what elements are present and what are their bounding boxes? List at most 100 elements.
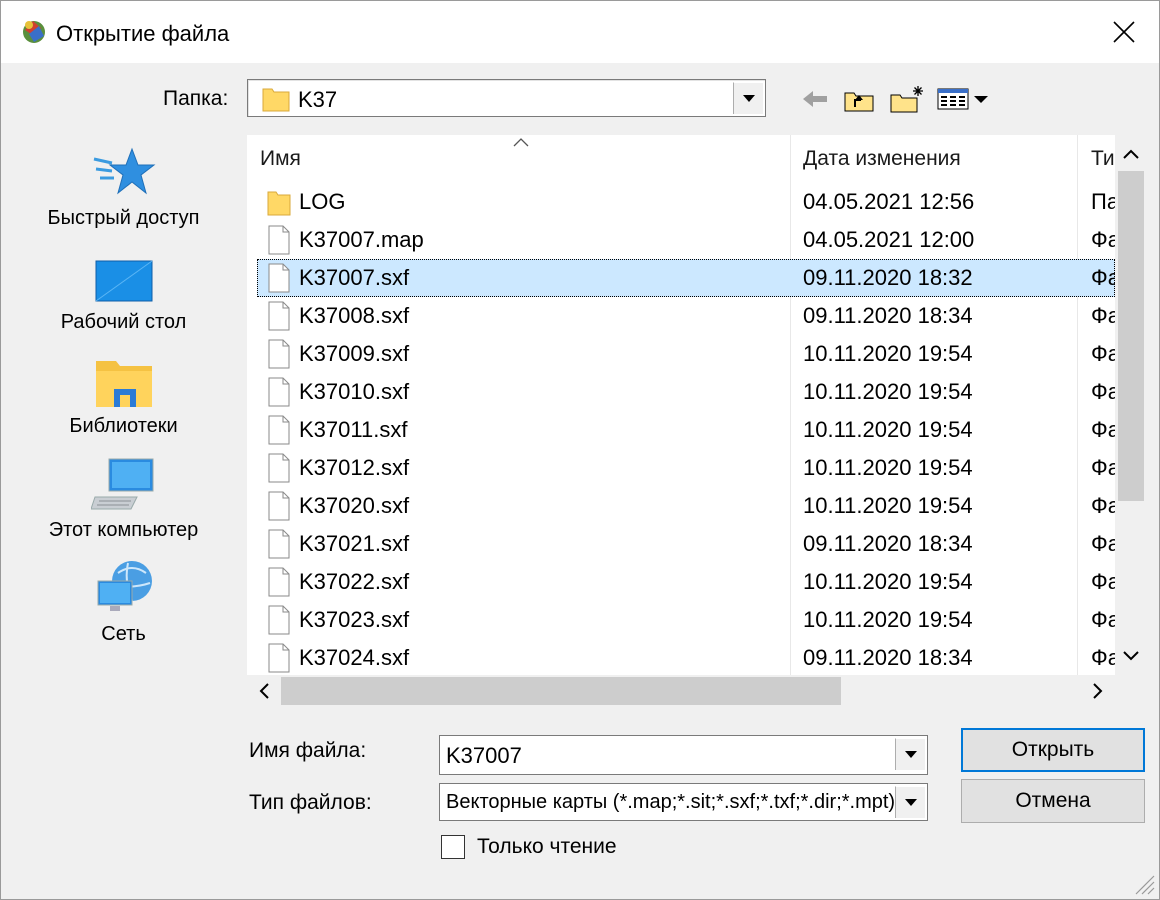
file-name: K37023.sxf [299,607,410,632]
file-name: K37007.sxf [299,265,410,290]
filetype-select[interactable]: Векторные карты (*.map;*.sit;*.sxf;*.txf… [439,783,928,821]
view-list-icon [937,88,988,110]
file-name: K37021.sxf [299,531,410,556]
scroll-up-button[interactable] [1118,141,1144,167]
table-row[interactable]: LOG 04.05.2021 12:56 Па [247,183,1115,221]
this-pc-icon [90,458,153,510]
folder-combo[interactable]: K37 [247,79,766,117]
place-label: Сеть [101,623,146,645]
table-row[interactable]: K37010.sxf 10.11.2020 19:54 Фа [247,373,1115,411]
close-button[interactable] [1089,1,1159,63]
file-date: 09.11.2020 18:34 [803,645,973,670]
file-name: K37009.sxf [299,341,410,366]
file-icon [268,225,290,255]
file-type: Фа [1091,531,1115,556]
file-name: K37011.sxf [299,417,408,442]
vertical-scroll-thumb[interactable] [1118,171,1144,501]
filetype-label: Тип файлов: [249,791,372,814]
file-type: Фа [1091,265,1115,290]
table-row[interactable]: K37022.sxf 10.11.2020 19:54 Фа [247,563,1115,601]
back-arrow-icon [803,91,827,107]
chevron-down-icon [1123,651,1139,661]
file-type: Фа [1091,303,1115,328]
filename-dropdown-button[interactable] [895,738,925,770]
file-date: 10.11.2020 19:54 [803,607,973,632]
up-folder-icon [844,92,874,112]
scroll-left-button[interactable] [251,678,277,704]
table-row[interactable]: K37007.sxf 09.11.2020 18:32 Фа [257,259,1115,297]
dialog-title: Открытие файла [56,21,230,46]
table-row[interactable]: K37024.sxf 09.11.2020 18:34 Фа [247,639,1115,675]
file-icon [268,415,290,445]
table-row[interactable]: K37012.sxf 10.11.2020 19:54 Фа [247,449,1115,487]
table-row[interactable]: K37009.sxf 10.11.2020 19:54 Фа [247,335,1115,373]
column-header-date[interactable]: Дата изменения [803,135,961,183]
sort-ascending-icon [513,138,529,147]
libraries-icon [95,361,152,407]
file-icon [268,339,290,369]
file-name: K37020.sxf [299,493,410,518]
file-type: Фа [1091,341,1115,366]
table-row[interactable]: K37020.sxf 10.11.2020 19:54 Фа [247,487,1115,525]
folder-icon [267,191,291,216]
chevron-down-icon [742,95,755,102]
column-header-name[interactable]: Имя [260,135,301,183]
open-button[interactable]: Открыть [961,728,1145,772]
file-date: 04.05.2021 12:00 [803,227,975,252]
title-bar: Открытие файла [1,1,1159,63]
file-list[interactable]: Имя Дата изменения Ти LOG 04.05.2021 12:5… [247,135,1145,675]
app-icon [23,21,45,43]
file-date: 10.11.2020 19:54 [803,493,973,518]
file-icon [268,567,290,597]
folder-icon [262,88,290,112]
chevron-down-icon [904,799,917,806]
table-row[interactable]: K37021.sxf 09.11.2020 18:34 Фа [247,525,1115,563]
view-menu-button[interactable] [935,83,991,115]
file-icon [268,453,290,483]
file-icon [268,605,290,635]
file-date: 09.11.2020 18:34 [803,531,973,556]
file-date: 10.11.2020 19:54 [803,455,973,480]
table-row[interactable]: K37011.sxf 10.11.2020 19:54 Фа [247,411,1115,449]
chevron-left-icon [259,683,269,699]
table-row[interactable]: K37008.sxf 09.11.2020 18:34 Фа [247,297,1115,335]
file-type: Фа [1091,645,1115,670]
chevron-up-icon [1123,149,1139,159]
list-header: Имя Дата изменения Ти [247,135,1115,675]
filename-value: K37007 [446,743,522,768]
up-folder-button[interactable] [841,83,877,115]
filename-input[interactable]: K37007 [439,735,928,775]
file-name: K37012.sxf [299,455,410,480]
back-button[interactable] [799,83,831,115]
readonly-label: Только чтение [477,835,617,858]
readonly-checkbox[interactable] [441,835,465,859]
place-this-pc[interactable]: Этот компьютер [31,457,216,542]
current-folder-name: K37 [298,87,338,112]
place-desktop[interactable]: Рабочий стол [31,249,216,334]
network-icon [97,561,152,611]
file-name: K37010.sxf [299,379,410,404]
table-row[interactable]: K37007.map 04.05.2021 12:00 Фа [247,221,1115,259]
table-row[interactable]: K37023.sxf 10.11.2020 19:54 Фа [247,601,1115,639]
place-libraries[interactable]: Библиотеки [31,353,216,438]
file-date: 10.11.2020 19:54 [803,569,973,594]
chevron-down-icon [904,751,917,758]
place-network[interactable]: Сеть [31,561,216,646]
file-type: Фа [1091,493,1115,518]
close-icon [1113,21,1135,43]
scroll-down-button[interactable] [1118,643,1144,669]
folder-dropdown-button[interactable] [733,82,763,114]
file-date: 09.11.2020 18:32 [803,265,973,290]
horizontal-scroll-thumb[interactable] [281,677,841,705]
column-header-type[interactable]: Ти [1091,135,1115,183]
list-rows: LOG 04.05.2021 12:56 Па K37007.map 04.05.202… [247,183,1115,675]
scroll-right-button[interactable] [1085,678,1111,704]
place-quick-access[interactable]: Быстрый доступ [31,145,216,230]
filename-label: Имя файла: [249,739,367,762]
file-icon [268,529,290,559]
place-label: Рабочий стол [60,311,187,333]
new-folder-button[interactable] [887,83,927,115]
filetype-dropdown-button[interactable] [895,786,925,818]
cancel-button[interactable]: Отмена [961,779,1145,823]
resize-grip-icon[interactable] [1133,873,1155,895]
